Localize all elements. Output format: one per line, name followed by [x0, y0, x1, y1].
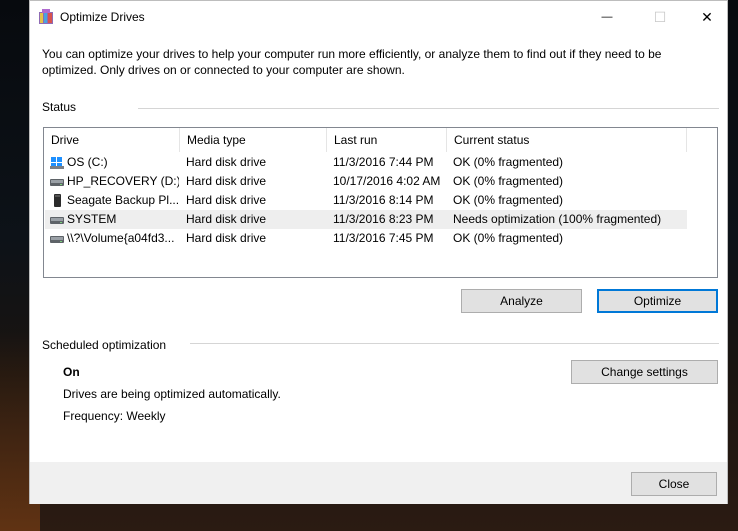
windows-drive-icon — [50, 157, 64, 169]
minimize-icon: — — [601, 11, 613, 23]
current-status: OK (0% fragmented) — [453, 193, 564, 207]
drive-name: Seagate Backup Pl... — [67, 193, 179, 207]
scheduled-section-label: Scheduled optimization — [42, 338, 171, 352]
description-text: You can optimize your drives to help you… — [42, 47, 662, 77]
title-bar[interactable]: Optimize Drives — ☐ ✕ — [30, 1, 727, 34]
hard-drive-icon — [50, 217, 64, 224]
table-row[interactable]: OS (C:) Hard disk drive 11/3/2016 7:44 P… — [45, 153, 687, 172]
table-row[interactable]: HP_RECOVERY (D:) Hard disk drive 10/17/2… — [45, 172, 687, 191]
optimize-drives-window: Optimize Drives — ☐ ✕ You can optimize y… — [29, 0, 728, 504]
current-status: OK (0% fragmented) — [453, 174, 564, 188]
schedule-frequency: Frequency: Weekly — [63, 409, 166, 423]
media-type: Hard disk drive — [186, 231, 267, 245]
column-header-drive[interactable]: Drive — [44, 128, 180, 152]
analyze-button[interactable]: Analyze — [461, 289, 582, 313]
dialog-content: You can optimize your drives to help you… — [30, 34, 727, 462]
close-icon: ✕ — [701, 8, 713, 25]
dialog-footer: Close — [30, 462, 727, 504]
scheduled-divider — [190, 343, 719, 344]
drive-name: \\?\Volume{a04fd3... — [67, 231, 175, 245]
hard-drive-icon — [50, 179, 64, 186]
close-button[interactable]: Close — [631, 472, 717, 496]
current-status: OK (0% fragmented) — [453, 231, 564, 245]
optimize-button[interactable]: Optimize — [597, 289, 718, 313]
maximize-button[interactable]: ☐ — [637, 1, 683, 33]
optimize-drives-app-icon — [39, 9, 53, 24]
current-status: OK (0% fragmented) — [453, 155, 564, 169]
last-run: 10/17/2016 4:02 AM — [333, 174, 441, 188]
table-row[interactable]: \\?\Volume{a04fd3... Hard disk drive 11/… — [45, 229, 687, 248]
column-header-current-status[interactable]: Current status — [447, 128, 687, 152]
change-settings-button[interactable]: Change settings — [571, 360, 718, 384]
external-drive-icon — [54, 194, 61, 207]
minimize-button[interactable]: — — [584, 1, 630, 33]
last-run: 11/3/2016 7:45 PM — [333, 231, 434, 245]
status-divider — [138, 108, 719, 109]
drives-list[interactable]: Drive Media type Last run Current status… — [43, 127, 718, 278]
hard-drive-icon — [50, 236, 64, 243]
drives-list-header: Drive Media type Last run Current status — [44, 128, 717, 152]
drive-name: HP_RECOVERY (D:) — [67, 174, 179, 188]
close-window-button[interactable]: ✕ — [684, 1, 730, 33]
drive-name: SYSTEM — [67, 212, 117, 226]
drive-name: OS (C:) — [67, 155, 108, 169]
media-type: Hard disk drive — [186, 193, 267, 207]
window-title: Optimize Drives — [60, 10, 145, 24]
last-run: 11/3/2016 7:44 PM — [333, 155, 434, 169]
maximize-icon: ☐ — [653, 8, 667, 25]
last-run: 11/3/2016 8:14 PM — [333, 193, 434, 207]
media-type: Hard disk drive — [186, 174, 267, 188]
last-run: 11/3/2016 8:23 PM — [333, 212, 434, 226]
schedule-description: Drives are being optimized automatically… — [63, 387, 281, 401]
table-row[interactable]: SYSTEM Hard disk drive 11/3/2016 8:23 PM… — [45, 210, 687, 229]
table-row[interactable]: Seagate Backup Pl... Hard disk drive 11/… — [45, 191, 687, 210]
media-type: Hard disk drive — [186, 212, 267, 226]
column-header-media-type[interactable]: Media type — [180, 128, 327, 152]
status-section-label: Status — [42, 100, 81, 114]
column-header-last-run[interactable]: Last run — [327, 128, 447, 152]
current-status: Needs optimization (100% fragmented) — [453, 212, 662, 226]
media-type: Hard disk drive — [186, 155, 267, 169]
schedule-state: On — [63, 365, 80, 379]
